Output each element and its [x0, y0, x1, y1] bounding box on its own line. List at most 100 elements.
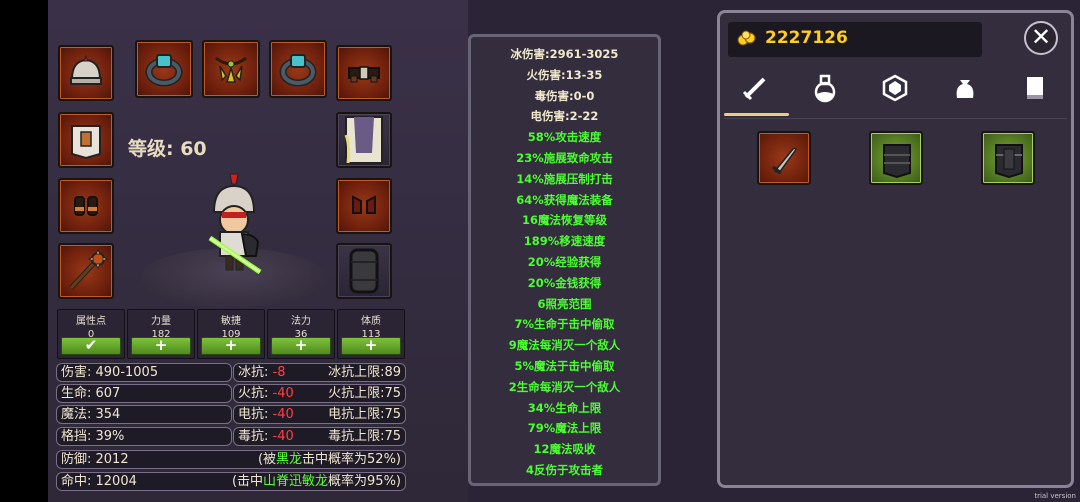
shield-slot[interactable]: [336, 243, 392, 299]
watermark-text: trial version: [1034, 492, 1076, 500]
amulet-icon: [215, 56, 247, 83]
book-tab-icon: [1027, 77, 1043, 99]
weapon-slot[interactable]: [58, 243, 114, 299]
item-property-line: 20%经验获得: [527, 255, 602, 269]
item-property-line: 12魔法吸收: [533, 442, 596, 457]
weapon-tab-icon: [742, 77, 766, 101]
vitality-box: 体质 113 +: [337, 309, 405, 359]
lightning-resist-cap: 电抗上限:75: [328, 407, 401, 422]
shield-icon: [349, 248, 379, 294]
defense-value: 防御: 2012: [61, 452, 129, 467]
poison-resist-value: -40: [272, 429, 294, 444]
item-property-line: 34%生命上限: [527, 400, 602, 415]
defense-stat: 防御: 2012 (被黑龙击中概率为52%): [56, 450, 406, 469]
strength-box: 力量 182 +: [127, 309, 195, 359]
dexterity-box: 敏捷 109 +: [197, 309, 265, 359]
lightning-resist-label: 电抗:: [238, 407, 269, 422]
item-property-line: 2生命每消灭一个敌人: [508, 379, 621, 394]
add-vitality-button[interactable]: +: [341, 337, 401, 355]
cape-slot[interactable]: [336, 112, 392, 168]
cold-resist-cap: 冰抗上限:89: [328, 365, 401, 380]
item-property-line: 23%施展致命攻击: [516, 151, 613, 165]
item-property-line: 电伤害:2-22: [530, 109, 599, 124]
gloves-slot[interactable]: [58, 178, 114, 234]
item-property-line: 16魔法恢复等级: [521, 213, 607, 228]
tab-weapons[interactable]: [735, 68, 775, 108]
enemy-name-2: 山脊迅敏龙: [263, 474, 329, 489]
player-character: [208, 173, 262, 275]
inventory-item-armor-1[interactable]: [869, 131, 923, 185]
armor-icon: [995, 144, 1023, 179]
left-black-bar: [0, 0, 48, 502]
fire-resist-label: 火抗:: [238, 386, 269, 401]
ring-icon: [145, 54, 183, 87]
tab-gems[interactable]: [875, 68, 915, 108]
item-property-line: 58%攻击速度: [527, 130, 602, 145]
item-property-line: 冰伤害:2961-3025: [510, 47, 619, 61]
mana-stat: 魔法: 354: [56, 405, 232, 424]
inventory-item-armor-2[interactable]: [981, 131, 1035, 185]
item-property-line: 4反伤于攻击者: [525, 463, 603, 477]
item-property-line: 14%施展压制打击: [516, 171, 613, 186]
hit-chance-against-pre: (被: [257, 452, 277, 467]
item-property-line: 9魔法每消灭一个敌人: [508, 338, 621, 353]
item-property-line: 5%魔法于击中偷取: [514, 359, 615, 373]
lightning-resist-stat: 电抗: -40 电抗上限:75: [233, 405, 406, 424]
gold-amount: 2227126: [765, 28, 848, 48]
item-property-line: 毒伤害:0-0: [534, 88, 595, 103]
close-button[interactable]: ✕: [1024, 21, 1058, 55]
life-stat: 生命: 607: [56, 384, 232, 403]
gold-coins-icon: [737, 30, 756, 46]
active-tab-indicator: [724, 113, 789, 116]
helmet-slot[interactable]: [58, 45, 114, 101]
gloves-icon: [74, 196, 98, 216]
poison-resist-cap: 毒抗上限:75: [328, 429, 401, 444]
armor-icon: [883, 144, 911, 179]
fire-resist-value: -40: [272, 386, 294, 401]
add-strength-button[interactable]: +: [131, 337, 191, 355]
lightning-resist-value: -40: [272, 407, 294, 422]
vitality-label: 体质: [361, 316, 381, 327]
fire-resist-stat: 火抗: -40 火抗上限:75: [233, 384, 406, 403]
gem-tab-icon: [882, 74, 908, 102]
tab-potions[interactable]: [805, 68, 845, 108]
poison-resist-stat: 毒抗: -40 毒抗上限:75: [233, 427, 406, 446]
hit-chance-against: (被黑龙击中概率为52%): [258, 451, 401, 468]
ring-icon: [279, 54, 317, 87]
armor-slot[interactable]: [58, 112, 114, 168]
hit-value: 命中: 12004: [61, 474, 137, 489]
gold-display: 2227126: [728, 22, 982, 57]
mace-icon: [69, 248, 109, 290]
add-dexterity-button[interactable]: +: [201, 337, 261, 355]
hit-chance-to: (击中山脊迅敏龙概率为95%): [232, 473, 401, 490]
bag-tab-icon: [956, 80, 974, 98]
ring-left-slot[interactable]: [135, 40, 193, 98]
tab-divider: [724, 118, 1067, 119]
cold-resist-value: -8: [272, 365, 286, 380]
confirm-attribute-button[interactable]: ✔: [61, 337, 121, 355]
attribute-points-box: 属性点 0 ✔: [57, 309, 125, 359]
cape-icon: [344, 116, 383, 164]
tab-bags[interactable]: [945, 68, 985, 108]
belt-icon: [348, 66, 380, 83]
ring-right-slot[interactable]: [269, 40, 327, 98]
add-energy-button[interactable]: +: [271, 337, 331, 355]
dagger-icon: [772, 147, 797, 175]
dexterity-label: 敏捷: [221, 316, 241, 327]
potion-tab-icon: [814, 74, 836, 103]
attribute-points-label: 属性点: [76, 316, 106, 327]
amulet-slot[interactable]: [202, 40, 260, 98]
tab-books[interactable]: [1015, 68, 1055, 108]
chest-armor-icon: [71, 125, 101, 160]
boots-icon: [352, 195, 376, 214]
hit-stat: 命中: 12004 (击中山脊迅敏龙概率为95%): [56, 472, 406, 491]
character-level: 等级: 60: [128, 138, 207, 160]
belt-slot[interactable]: [336, 45, 392, 101]
helmet-icon: [70, 54, 102, 85]
energy-box: 法力 36 +: [267, 309, 335, 359]
inventory-item-dagger[interactable]: [757, 131, 811, 185]
boots-slot[interactable]: [336, 178, 392, 234]
item-property-line: 189%移速速度: [523, 234, 606, 249]
item-property-line: 6照亮范围: [537, 296, 592, 311]
item-property-line: 79%魔法上限: [527, 421, 602, 436]
